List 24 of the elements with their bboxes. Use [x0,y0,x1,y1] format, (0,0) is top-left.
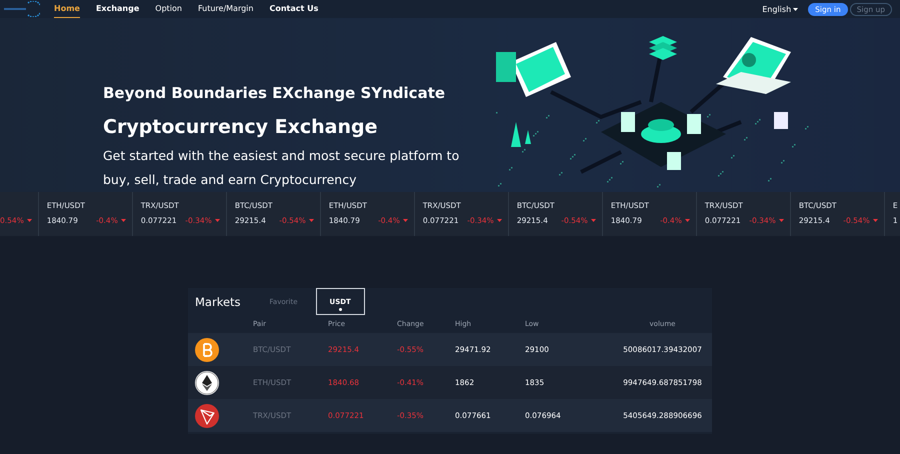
hero-tagline: Beyond Boundaries EXchange SYndicate [103,84,446,102]
caret-icon [214,219,220,222]
nav-link[interactable]: Future/Margin [198,0,254,18]
markets-title: Markets [195,294,241,308]
logo-icon [4,1,40,17]
language-selector[interactable]: English [762,4,798,14]
caret-icon [793,8,798,10]
hero-title: Cryptocurrency Exchange [103,116,378,138]
caret-icon [402,219,408,222]
caret-icon [120,219,126,222]
bitcoin-icon [195,338,219,362]
ethereum-icon [195,370,219,394]
caret-icon [684,219,690,222]
nav-link[interactable]: Contact Us [269,0,318,18]
nav-link[interactable]: Option [155,0,182,18]
nav-link[interactable]: Exchange [96,0,140,18]
caret-icon [496,219,502,222]
caret-icon [872,219,878,222]
hero-description: Get started with the easiest and most secure platform to buy, sell, trade and earn Cryptocurrency [103,147,460,189]
caret-icon [26,219,32,222]
tron-icon [195,404,219,428]
caret-icon [590,219,596,222]
caret-icon [778,219,784,222]
caret-icon [308,219,314,222]
